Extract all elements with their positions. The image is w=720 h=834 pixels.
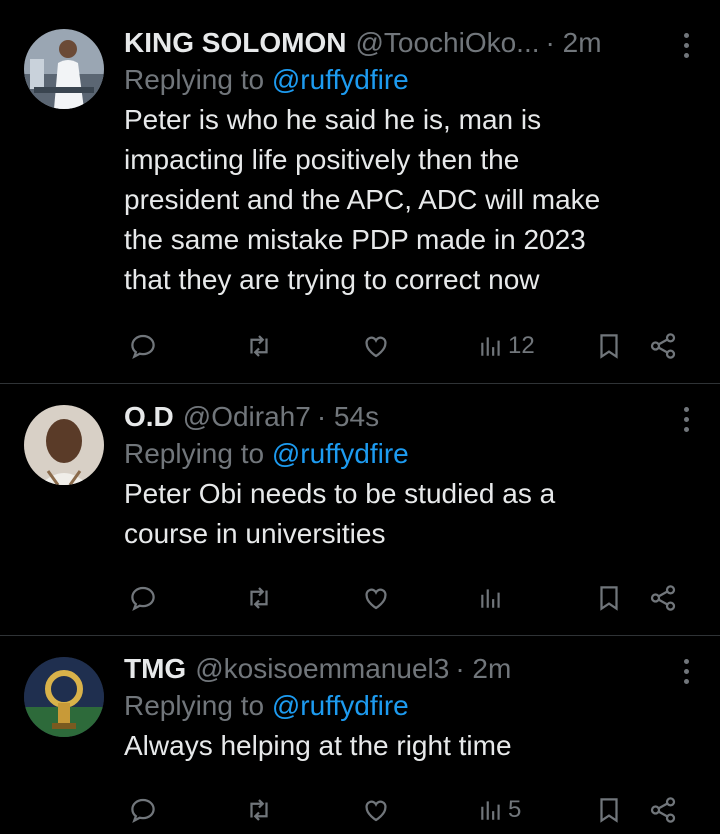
timestamp[interactable]: · 2m — [455, 652, 511, 686]
replying-to-link[interactable]: @ruffydfire — [272, 64, 409, 95]
bookmark-button[interactable] — [594, 578, 624, 618]
like-button[interactable] — [361, 790, 391, 830]
like-icon — [365, 800, 387, 822]
retweet-icon — [250, 799, 268, 821]
display-name[interactable]: TMG — [124, 652, 186, 686]
tweet-text-line: Always helping at the right time — [124, 730, 512, 761]
tweet-actions: 5 — [124, 790, 680, 830]
reply-icon — [131, 798, 155, 823]
tweet-header: TMG @kosisoemmanuel3 · 2m — [124, 652, 680, 686]
like-button[interactable] — [361, 578, 391, 618]
like-icon — [365, 336, 387, 358]
more-icon[interactable] — [674, 28, 698, 62]
display-name[interactable]: O.D — [124, 400, 174, 434]
tweet-text-line: Peter is who he said he is, man is — [124, 104, 542, 135]
views-count: 12 — [508, 332, 535, 359]
bookmark-icon — [600, 798, 618, 823]
tweet-header: O.D @Odirah7 · 54s — [124, 400, 680, 434]
like-button[interactable] — [361, 326, 391, 366]
replying-label: Replying to — [124, 690, 265, 721]
tweet-actions — [124, 578, 680, 618]
replying-label: Replying to — [124, 438, 265, 469]
tweet-text-line: Peter Obi needs to be studied as a — [124, 478, 556, 509]
views-button[interactable] — [478, 578, 508, 618]
bookmark-button[interactable] — [594, 326, 624, 366]
tweet[interactable]: KING SOLOMON @ToochiOko... · 2m Replying… — [0, 0, 720, 384]
retweet-button[interactable] — [244, 578, 274, 618]
bookmark-icon — [600, 586, 618, 611]
display-name[interactable]: KING SOLOMON — [124, 26, 346, 60]
share-icon — [650, 585, 676, 611]
avatar[interactable] — [24, 657, 104, 737]
views-button[interactable]: 5 — [478, 790, 521, 830]
tweet[interactable]: O.D @Odirah7 · 54s Replying to @ruffydfi… — [0, 384, 720, 636]
retweet-icon — [250, 335, 268, 357]
views-icon — [481, 801, 500, 820]
retweet-button[interactable] — [244, 326, 274, 366]
share-icon — [650, 333, 676, 359]
replying-to-link[interactable]: @ruffydfire — [272, 690, 409, 721]
user-handle[interactable]: @ToochiOko... — [355, 26, 539, 60]
tweet-header: KING SOLOMON @ToochiOko... · 2m — [124, 26, 680, 60]
tweet-text-line: the same mistake PDP made in 2023 — [124, 224, 586, 255]
tweet-text-line: course in universities — [124, 518, 386, 549]
tweet-text: Peter Obi needs to be studied as a cours… — [124, 474, 680, 554]
tweet-actions: 12 — [124, 326, 680, 366]
views-count: 5 — [508, 796, 522, 823]
share-button[interactable] — [648, 790, 678, 830]
tweet[interactable]: TMG @kosisoemmanuel3 · 2m Replying to @r… — [0, 636, 720, 834]
timestamp[interactable]: · 54s — [317, 400, 379, 434]
timestamp[interactable]: · 2m — [546, 26, 602, 60]
share-button[interactable] — [648, 326, 678, 366]
reply-button[interactable] — [128, 578, 158, 618]
tweet-text: Always helping at the right time — [124, 726, 680, 766]
bookmark-icon — [600, 334, 618, 359]
tweet-text-line: that they are trying to correct now — [124, 264, 540, 295]
views-button[interactable]: 12 — [478, 326, 535, 366]
reply-icon — [131, 334, 155, 359]
more-icon[interactable] — [674, 402, 698, 436]
reply-icon — [131, 586, 155, 611]
views-icon — [481, 589, 500, 608]
more-icon[interactable] — [674, 654, 698, 688]
reply-button[interactable] — [128, 326, 158, 366]
replying-to: Replying to @ruffydfire — [124, 688, 680, 724]
like-icon — [365, 588, 387, 610]
bookmark-button[interactable] — [594, 790, 624, 830]
share-button[interactable] — [648, 578, 678, 618]
replying-to: Replying to @ruffydfire — [124, 62, 680, 98]
retweet-icon — [250, 587, 268, 609]
user-handle[interactable]: @Odirah7 — [183, 400, 311, 434]
replying-to: Replying to @ruffydfire — [124, 436, 680, 472]
avatar[interactable] — [24, 405, 104, 485]
share-icon — [650, 797, 676, 823]
replying-label: Replying to — [124, 64, 265, 95]
tweet-text-line: president and the APC, ADC will make — [124, 184, 601, 215]
views-icon — [481, 337, 500, 356]
avatar[interactable] — [24, 29, 104, 109]
retweet-button[interactable] — [244, 790, 274, 830]
tweet-text: Peter is who he said he is, man is impac… — [124, 100, 680, 300]
tweet-text-line: impacting life positively then the — [124, 144, 520, 175]
reply-button[interactable] — [128, 790, 158, 830]
replying-to-link[interactable]: @ruffydfire — [272, 438, 409, 469]
user-handle[interactable]: @kosisoemmanuel3 — [195, 652, 449, 686]
